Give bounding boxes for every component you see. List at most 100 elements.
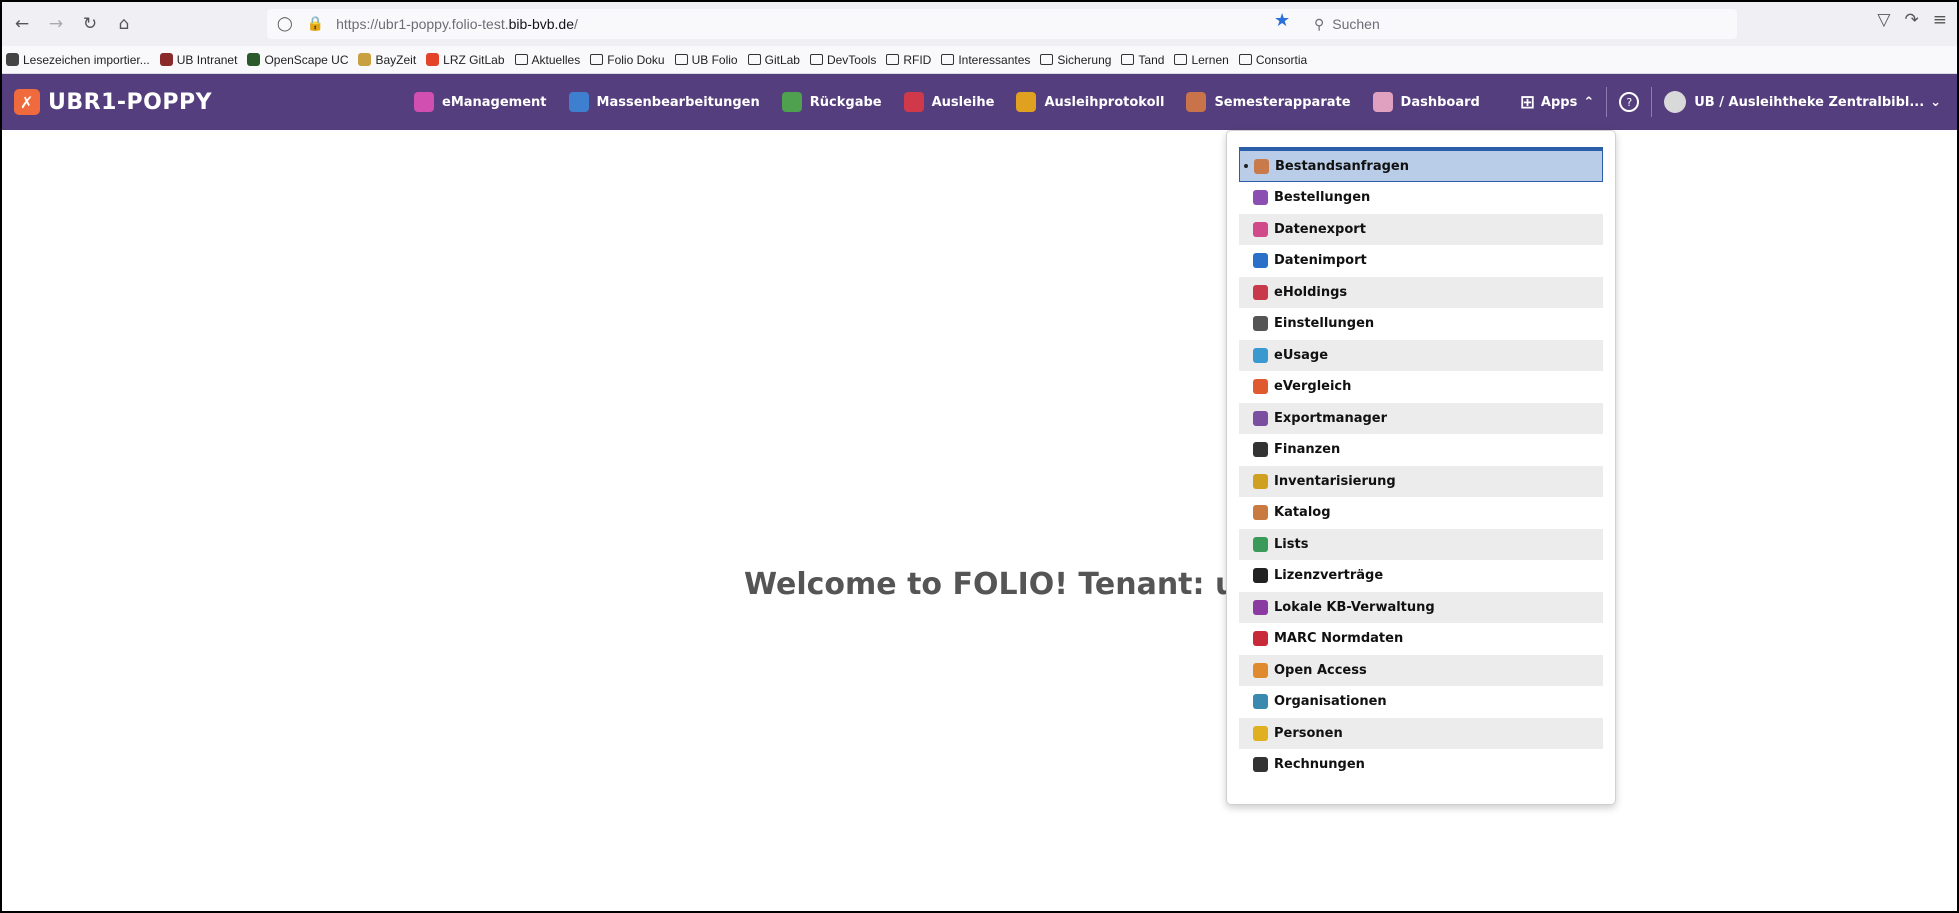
apps-menu-item[interactable]: Rechnungen xyxy=(1239,749,1603,781)
bookmark-label: UB Intranet xyxy=(176,52,238,67)
bookmark-item[interactable]: Aktuelles xyxy=(514,53,580,67)
apps-menu-item[interactable]: Finanzen xyxy=(1239,434,1603,466)
bookmark-item[interactable]: Interessantes xyxy=(941,53,1030,67)
nav-item-semesterapparate[interactable]: Semesterapparate xyxy=(1186,92,1351,112)
folio-home-link[interactable]: ✗ UBR1-POPPY xyxy=(14,89,212,115)
checkout-icon xyxy=(903,92,924,112)
bookmark-label: Tand xyxy=(1138,52,1165,67)
apps-menu-item[interactable]: Lists xyxy=(1239,528,1603,560)
apps-menu-item-label: Finanzen xyxy=(1274,442,1341,458)
apps-menu-item[interactable]: Open Access xyxy=(1239,654,1603,686)
apps-menu-item-label: Lizenzverträge xyxy=(1274,568,1384,584)
url-text[interactable]: https://ubr1-poppy.folio-test.bib-bvb.de… xyxy=(336,16,578,32)
bookmark-label: Lernen xyxy=(1191,52,1229,67)
bookmark-label: UB Folio xyxy=(691,52,738,67)
folio-navbar: ✗ UBR1-POPPY eManagement Massenbearbeitun… xyxy=(2,74,1957,130)
folder-icon xyxy=(747,54,761,65)
bookmark-item[interactable]: Lesezeichen importier... xyxy=(6,53,150,67)
lock-icon[interactable]: 🔒 xyxy=(307,16,324,32)
apps-menu-item[interactable]: Einstellungen xyxy=(1239,308,1603,340)
bookmark-item[interactable]: Folio Doku xyxy=(590,52,665,67)
back-arrow-icon[interactable]: ← xyxy=(8,10,36,38)
chevron-up-icon: ⌃ xyxy=(1583,94,1595,110)
avatar xyxy=(1664,91,1687,113)
app-icon xyxy=(1253,631,1268,647)
app-icon xyxy=(1253,410,1268,426)
app-icon xyxy=(1253,379,1268,395)
apps-menu-item-label: Bestandsanfragen xyxy=(1275,158,1409,174)
nav-item-emanagement[interactable]: eManagement xyxy=(414,92,547,112)
bookmark-item[interactable]: OpenScape UC xyxy=(247,53,348,67)
nav-item-rückgabe[interactable]: Rückgabe xyxy=(781,92,882,112)
folder-icon xyxy=(590,54,604,65)
bookmark-item[interactable]: Tand xyxy=(1121,53,1164,67)
apps-menu-item[interactable]: Lizenzverträge xyxy=(1239,560,1603,592)
bookmark-item[interactable]: BayZeit xyxy=(358,53,416,67)
screen: ← → ↻ ⌂ ◯ 🔒 https://ubr1-poppy.folio-tes… xyxy=(0,0,1959,913)
apps-menu-item-label: Rechnungen xyxy=(1274,757,1365,773)
apps-menu-item[interactable]: Bestellungen xyxy=(1239,182,1603,214)
app-icon xyxy=(1253,757,1268,773)
search-icon: ⚲ xyxy=(1314,15,1325,32)
bookmark-label: Folio Doku xyxy=(607,52,665,67)
bookmark-item[interactable]: UB Folio xyxy=(674,52,738,67)
help-icon[interactable]: ? xyxy=(1619,92,1640,112)
bookmark-item[interactable]: Lernen xyxy=(1174,52,1229,67)
app-icon xyxy=(1253,253,1268,269)
apps-button[interactable]: ⊞ Apps ⌃ xyxy=(1520,92,1594,113)
search-input[interactable]: ⚲ Suchen xyxy=(1302,9,1732,39)
forward-arrow-icon[interactable]: → xyxy=(42,10,70,38)
bookmark-item[interactable]: RFID xyxy=(886,53,931,67)
profile-menu[interactable]: UB / Ausleihtheke Zentralbibl... ⌄ xyxy=(1664,91,1941,113)
bookmark-label: LRZ GitLab xyxy=(443,52,505,67)
welcome-message: Welcome to FOLIO! Tenant: ubr1 xyxy=(744,567,1294,602)
folder-icon xyxy=(1040,54,1054,65)
folder-icon xyxy=(1238,54,1252,65)
apps-menu-item[interactable]: Katalog xyxy=(1239,497,1603,529)
folder-icon xyxy=(941,54,955,65)
apps-menu-item[interactable]: Organisationen xyxy=(1239,686,1603,718)
apps-menu-item[interactable]: Bestandsanfragen xyxy=(1239,147,1603,182)
bookmark-label: DevTools xyxy=(826,52,877,67)
bookmark-item[interactable]: Sicherung xyxy=(1040,53,1111,67)
app-icon xyxy=(1253,725,1268,741)
return-icon xyxy=(781,92,802,112)
active-marker xyxy=(1244,164,1248,168)
apps-menu-item[interactable]: Datenexport xyxy=(1239,213,1603,245)
apps-menu-item[interactable]: Inventarisierung xyxy=(1239,465,1603,497)
app-icon xyxy=(1253,316,1268,332)
nav-item-massenbearbeitungen[interactable]: Massenbearbeitungen xyxy=(568,92,760,112)
bookmark-star-icon[interactable]: ★ xyxy=(1274,10,1290,31)
tracking-shield-icon[interactable]: ◯ xyxy=(277,16,293,32)
apps-menu-item[interactable]: eHoldings xyxy=(1239,276,1603,308)
apps-menu-item[interactable]: Exportmanager xyxy=(1239,402,1603,434)
apps-menu-item-label: Einstellungen xyxy=(1274,316,1375,332)
apps-menu-item[interactable]: Lokale KB-Verwaltung xyxy=(1239,591,1603,623)
pocket-icon[interactable]: ▽ xyxy=(1877,10,1890,30)
check-circle-icon xyxy=(414,92,434,112)
reload-icon[interactable]: ↻ xyxy=(76,10,104,38)
bookmark-favicon-icon xyxy=(159,53,173,66)
brand-title: UBR1-POPPY xyxy=(48,89,213,115)
apps-menu-item[interactable]: Datenimport xyxy=(1239,245,1603,277)
bookmark-item[interactable]: DevTools xyxy=(809,52,877,67)
nav-item-dashboard[interactable]: Dashboard xyxy=(1372,92,1480,112)
nav-item-label: Massenbearbeitungen xyxy=(596,94,760,110)
apps-menu-item[interactable]: Personen xyxy=(1239,717,1603,749)
nav-item-label: eManagement xyxy=(442,94,547,110)
apps-menu-item[interactable]: MARC Normdaten xyxy=(1239,623,1603,655)
bookmark-item[interactable]: Consortia xyxy=(1238,53,1307,67)
bookmark-item[interactable]: GitLab xyxy=(747,53,800,67)
bookmark-item[interactable]: UB Intranet xyxy=(159,52,238,67)
bookmarks-bar: Lesezeichen importier... UB Intranet OpenS… xyxy=(2,46,1957,74)
nav-item-ausleihprotokoll[interactable]: Ausleihprotokoll xyxy=(1016,92,1164,112)
bookmark-item[interactable]: LRZ GitLab xyxy=(426,52,505,67)
nav-item-ausleihe[interactable]: Ausleihe xyxy=(903,92,994,112)
apps-menu-item-label: Lists xyxy=(1274,536,1309,552)
extensions-icon[interactable]: ↷ xyxy=(1905,10,1919,30)
menu-icon[interactable]: ≡ xyxy=(1933,10,1947,30)
edit-icon xyxy=(568,92,589,112)
apps-menu-item[interactable]: eVergleich xyxy=(1239,371,1603,403)
home-icon[interactable]: ⌂ xyxy=(110,10,138,38)
apps-menu-item[interactable]: eUsage xyxy=(1239,339,1603,371)
